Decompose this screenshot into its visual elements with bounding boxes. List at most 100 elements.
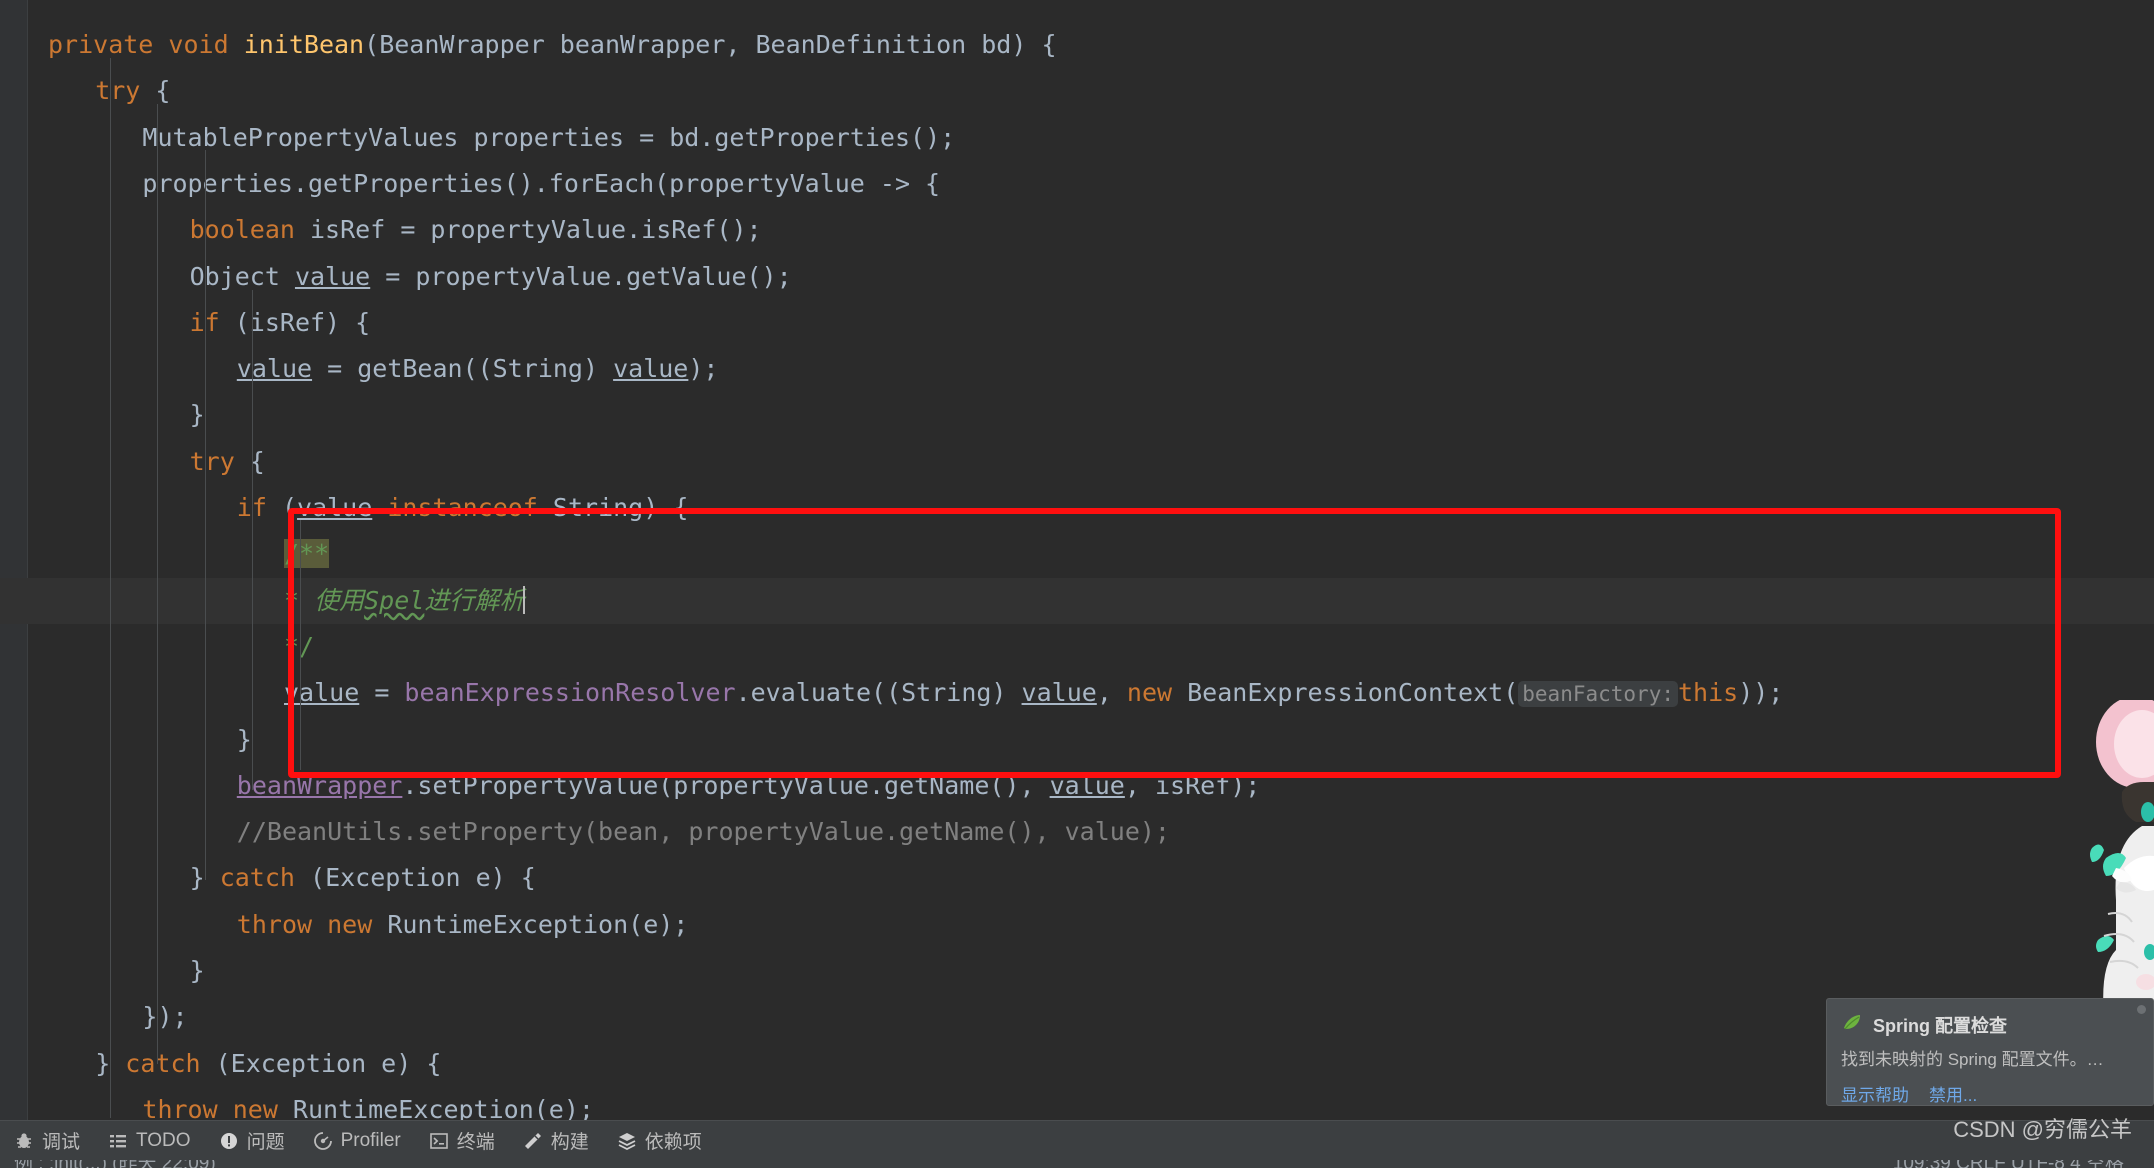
code-line[interactable]: properties.getProperties().forEach(prope… xyxy=(0,161,2154,207)
code-token: catch xyxy=(125,1048,201,1078)
code-content[interactable]: private void initBean(BeanWrapper beanWr… xyxy=(0,0,2154,1124)
status-bar-item-依赖项[interactable]: 依赖项 xyxy=(603,1121,716,1161)
disable-link[interactable]: 禁用... xyxy=(1929,1081,1977,1106)
code-token: beanWrapper xyxy=(236,770,403,800)
code-token: }); xyxy=(142,1002,188,1032)
code-token: MutablePropertyValues properties xyxy=(142,122,640,152)
code-line[interactable]: value = beanExpressionResolver.evaluate(… xyxy=(0,670,2154,716)
status-bar-item-label: 终端 xyxy=(456,1132,495,1153)
status-bar-item-构建[interactable]: 构建 xyxy=(509,1121,603,1161)
bottom-left-info: 例 : :init(...) (昨天 22:09) xyxy=(14,1160,216,1168)
code-token: value xyxy=(284,678,360,708)
code-token: properties.getProperties().forEach(prope… xyxy=(142,168,941,198)
code-token: bd.getProperties(); xyxy=(669,122,956,152)
code-token: void xyxy=(168,30,229,59)
code-token: (isRef) { xyxy=(219,307,371,337)
code-token: try xyxy=(189,446,235,476)
status-bar-item-label: 构建 xyxy=(550,1132,589,1153)
status-bar-item-终端[interactable]: 终端 xyxy=(415,1121,509,1161)
code-line[interactable]: } xyxy=(0,392,2154,438)
status-bar-item-TODO[interactable]: TODO xyxy=(94,1121,205,1161)
code-token: .evaluate((String) xyxy=(735,678,1022,708)
layers-icon xyxy=(617,1131,637,1151)
code-token: value xyxy=(1021,678,1097,708)
close-icon[interactable] xyxy=(2137,1005,2146,1014)
indent-guide xyxy=(205,150,206,880)
show-help-link[interactable]: 显示帮助 xyxy=(1841,1081,1909,1106)
code-line[interactable]: /** xyxy=(0,531,2154,577)
code-token: = xyxy=(639,122,670,152)
code-token: BeanWrapper beanWrapper xyxy=(379,30,726,59)
code-line[interactable]: try { xyxy=(0,439,2154,485)
code-line[interactable]: } xyxy=(0,717,2154,763)
status-bar-item-label: 调试 xyxy=(42,1132,81,1153)
code-token: instanceof xyxy=(387,493,538,522)
code-line[interactable]: } catch (Exception e) { xyxy=(0,855,2154,901)
code-line[interactable]: if (isRef) { xyxy=(0,300,2154,346)
code-line[interactable]: */ xyxy=(0,624,2154,670)
status-bar-item-调试[interactable]: 调试 xyxy=(0,1121,94,1161)
code-editor[interactable]: private void initBean(BeanWrapper beanWr… xyxy=(0,0,2154,1124)
code-token: this xyxy=(1677,678,1739,708)
code-token: /** xyxy=(284,539,330,569)
bottom-info-strip: 例 : :init(...) (昨天 22:09) 109:39 CRLF UT… xyxy=(0,1160,2154,1168)
code-token: getBean((String) xyxy=(357,354,614,384)
code-token: initBean xyxy=(243,30,365,59)
code-token: = xyxy=(400,215,431,245)
code-token: new xyxy=(327,909,373,939)
code-line[interactable]: //BeanUtils.setProperty(bean, propertyVa… xyxy=(0,809,2154,855)
code-token: 使用 xyxy=(314,585,365,615)
notification-message: 找到未映射的 Spring 配置文件。… xyxy=(1841,1050,2104,1069)
anime-character-sticker xyxy=(2064,700,2154,1020)
code-line[interactable]: beanWrapper.setPropertyValue(propertyVal… xyxy=(0,763,2154,809)
code-token: ( xyxy=(364,30,380,59)
exclamation-circle-icon xyxy=(219,1131,239,1151)
code-line[interactable]: throw new RuntimeException(e); xyxy=(0,902,2154,948)
code-line[interactable]: Object value = propertyValue.getValue(); xyxy=(0,254,2154,300)
status-bar[interactable]: 调试 TODO 问题 Profiler 终端 构建 依赖项 xyxy=(0,1120,2154,1160)
code-token: value xyxy=(294,261,371,291)
list-icon xyxy=(108,1131,128,1151)
code-token: private xyxy=(48,30,154,59)
indent-guide xyxy=(252,290,253,790)
code-line[interactable]: value = getBean((String) value); xyxy=(0,346,2154,392)
code-token: = xyxy=(312,354,358,384)
code-line[interactable]: private void initBean(BeanWrapper beanWr… xyxy=(0,22,2154,68)
csdn-watermark: CSDN @穷儒公羊 xyxy=(1953,1117,2132,1142)
bottom-right-info: 109:39 CRLF UTF-8 4 空格 xyxy=(1893,1160,2124,1168)
status-bar-item-label: Profiler xyxy=(340,1129,401,1151)
code-token: = xyxy=(370,261,416,291)
code-token: beanExpressionResolver xyxy=(404,678,736,708)
code-token: new xyxy=(1126,678,1173,708)
code-token: ( xyxy=(266,493,298,522)
notification-balloon[interactable]: Spring 配置检查 找到未映射的 Spring 配置文件。… 显示帮助 禁用… xyxy=(1826,998,2154,1106)
code-token: propertyValue.getValue(); xyxy=(415,261,792,291)
code-line[interactable]: * 使用Spel进行解析 xyxy=(0,577,2154,624)
code-line[interactable]: try { xyxy=(0,68,2154,114)
code-line[interactable]: if (value instanceof String) { xyxy=(0,485,2154,531)
code-token: //BeanUtils.setProperty(bean, propertyVa… xyxy=(236,817,1170,847)
code-line[interactable]: MutablePropertyValues properties = bd.ge… xyxy=(0,115,2154,161)
code-token: )); xyxy=(1738,678,1784,708)
code-line[interactable]: } xyxy=(0,948,2154,994)
code-token: ); xyxy=(688,354,719,384)
status-bar-item-问题[interactable]: 问题 xyxy=(205,1121,299,1161)
code-line[interactable]: boolean isRef = propertyValue.isRef(); xyxy=(0,207,2154,253)
code-token: catch xyxy=(219,863,295,893)
status-bar-item-Profiler[interactable]: Profiler xyxy=(299,1121,415,1161)
code-token: , isRef); xyxy=(1124,770,1261,800)
